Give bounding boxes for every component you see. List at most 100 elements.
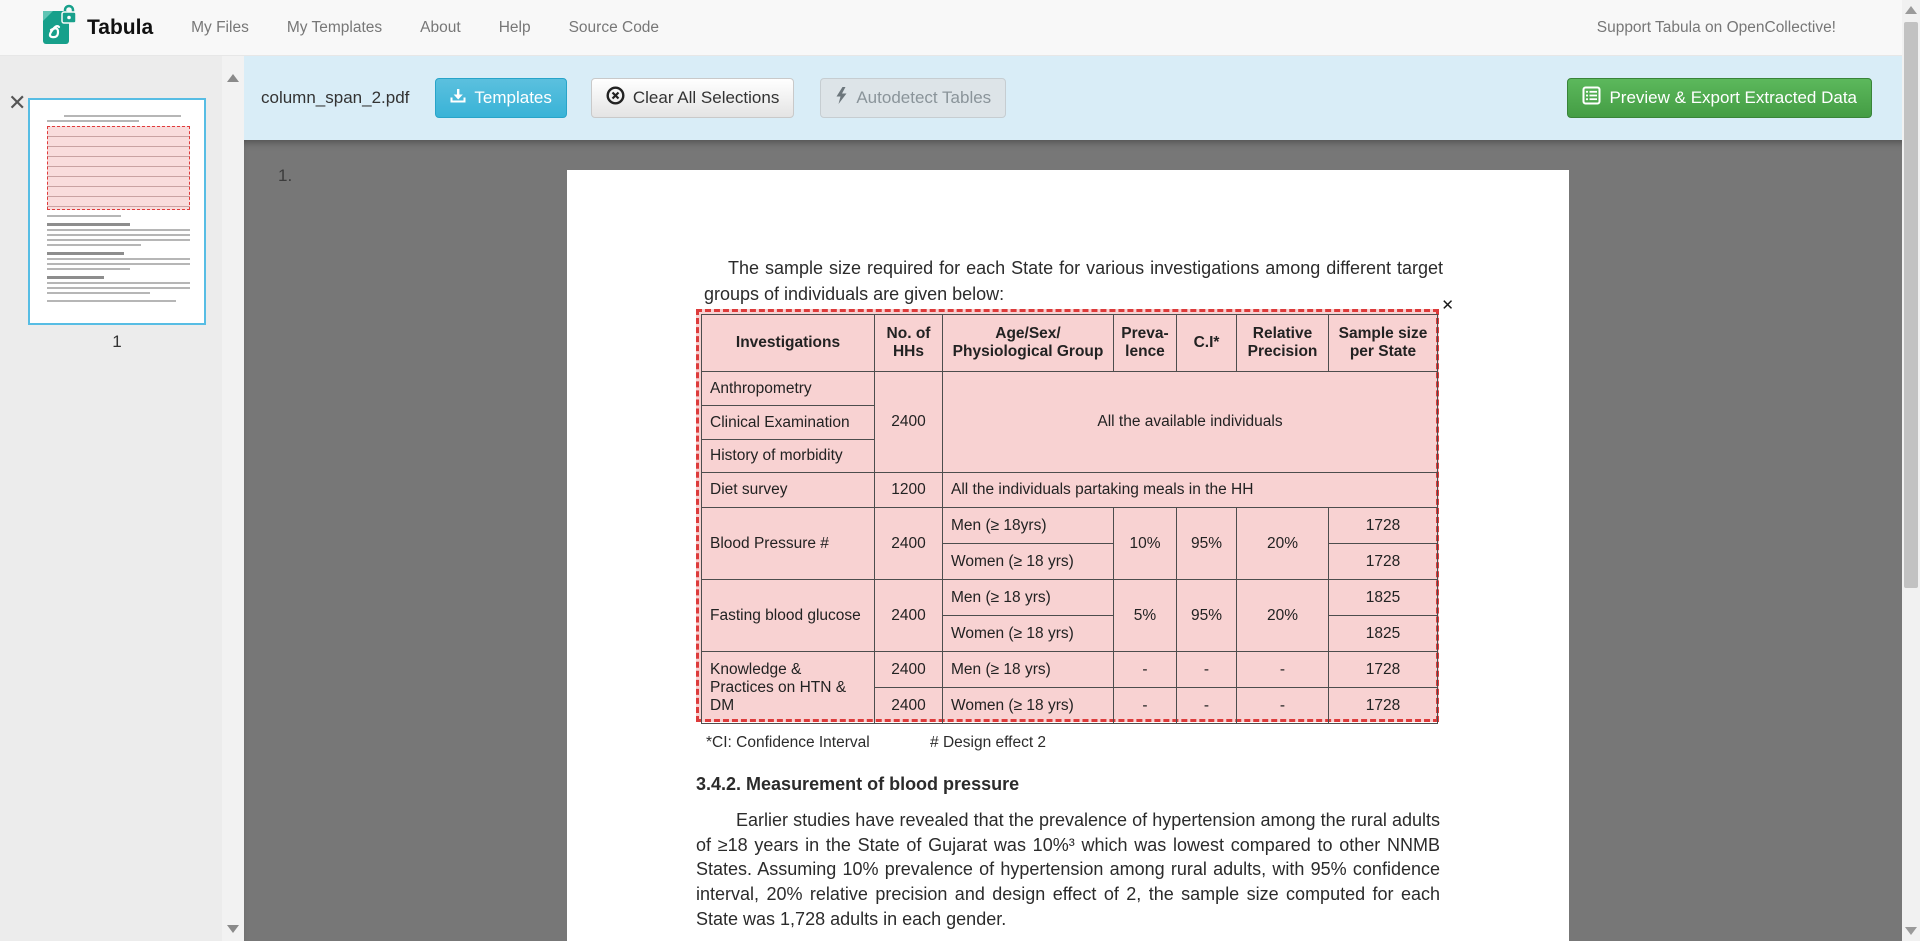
- preview-export-button[interactable]: Preview & Export Extracted Data: [1567, 78, 1872, 118]
- tabula-logo-icon: [43, 4, 77, 51]
- table-cell: -: [1177, 652, 1237, 688]
- footnote-design-effect: # Design effect 2: [930, 734, 1046, 751]
- remove-selection-icon[interactable]: ✕: [1441, 296, 1454, 314]
- table-cell: 1825: [1329, 616, 1438, 652]
- table-cell: 95%: [1177, 580, 1237, 652]
- pdf-page[interactable]: The sample size required for each State …: [567, 170, 1569, 941]
- body-paragraph: Earlier studies have revealed that the p…: [696, 808, 1440, 932]
- templates-button[interactable]: Templates: [435, 78, 566, 118]
- table-cell: Men (≥ 18 yrs): [943, 652, 1114, 688]
- nav-links: My Files My Templates About Help Source …: [191, 19, 659, 37]
- table-row: Anthropometry 2400 All the available ind…: [702, 372, 1438, 406]
- brand-name: Tabula: [87, 16, 153, 40]
- table-cell: All the individuals partaking meals in t…: [943, 473, 1438, 508]
- table-cell: 2400: [875, 372, 943, 473]
- table-selection-region[interactable]: ✕ Investigations No. of HHs Age/Sex/ Phy…: [696, 309, 1439, 722]
- table-cell: 1728: [1329, 544, 1438, 580]
- table-cell: -: [1237, 652, 1329, 688]
- content-area: ✕ 1 co: [0, 56, 1920, 941]
- scrollbar-thumb[interactable]: [1904, 22, 1918, 588]
- table-footnotes: *CI: Confidence Interval # Design effect…: [706, 734, 1046, 752]
- thumbnail-text-line: [47, 215, 121, 217]
- page-marker: 1.: [278, 166, 292, 186]
- thumbnail-text-line: [47, 258, 190, 260]
- intro-paragraph: The sample size required for each State …: [704, 256, 1443, 307]
- scroll-up-icon[interactable]: [1905, 6, 1917, 14]
- scroll-up-icon[interactable]: [227, 74, 239, 82]
- header-cell: Sample size per State: [1329, 315, 1438, 372]
- clear-button-label: Clear All Selections: [633, 88, 779, 108]
- table-cell: 20%: [1237, 508, 1329, 580]
- autodetect-tables-button[interactable]: Autodetect Tables: [820, 78, 1006, 118]
- export-button-label: Preview & Export Extracted Data: [1609, 88, 1857, 108]
- thumbnail-text-line: [47, 282, 190, 284]
- page-thumbnail[interactable]: [28, 98, 206, 325]
- header-cell: Relative Precision: [1237, 315, 1329, 372]
- table-row: Blood Pressure # 2400 Men (≥ 18yrs) 10% …: [702, 508, 1438, 544]
- table-cell: 1728: [1329, 652, 1438, 688]
- table-cell: Knowledge & Practices on HTN & DM: [702, 652, 875, 724]
- table-cell: Women (≥ 18 yrs): [943, 616, 1114, 652]
- main-area: column_span_2.pdf Templates: [244, 56, 1920, 941]
- thumbnail-heading-line: [47, 252, 124, 255]
- table-cell: 2400: [875, 580, 943, 652]
- scroll-down-icon[interactable]: [1905, 927, 1917, 935]
- brand[interactable]: Tabula: [43, 4, 153, 51]
- table-cell: Clinical Examination: [702, 406, 875, 440]
- nav-item-about[interactable]: About: [420, 19, 461, 37]
- remove-circle-icon: [606, 86, 625, 110]
- autodetect-button-label: Autodetect Tables: [856, 88, 991, 108]
- document-filename: column_span_2.pdf: [261, 88, 409, 108]
- table-cell: All the available individuals: [943, 372, 1438, 473]
- header-cell: No. of HHs: [875, 315, 943, 372]
- table-cell: Blood Pressure #: [702, 508, 875, 580]
- pdf-workspace[interactable]: 1. The sample size required for each Sta…: [244, 140, 1920, 941]
- page-thumbnail-sidebar: ✕ 1: [0, 56, 244, 941]
- table-cell: 10%: [1114, 508, 1177, 580]
- toolbar: column_span_2.pdf Templates: [244, 56, 1920, 140]
- table-cell: Men (≥ 18yrs): [943, 508, 1114, 544]
- support-link[interactable]: Support Tabula on OpenCollective!: [1597, 19, 1836, 37]
- export-table-icon: [1582, 86, 1601, 110]
- table-cell: Women (≥ 18 yrs): [943, 544, 1114, 580]
- footnote-ci: *CI: Confidence Interval: [706, 734, 870, 751]
- nav-item-my-files[interactable]: My Files: [191, 19, 249, 37]
- thumbnail-text-line: [47, 244, 141, 246]
- table-row: Fasting blood glucose 2400 Men (≥ 18 yrs…: [702, 580, 1438, 616]
- navbar: Tabula My Files My Templates About Help …: [0, 0, 1920, 56]
- table-cell: 5%: [1114, 580, 1177, 652]
- thumbnail-text-line: [47, 120, 139, 122]
- thumbnail-heading-line: [47, 223, 130, 226]
- thumbnail-heading-line: [47, 276, 104, 279]
- table-cell: 1728: [1329, 508, 1438, 544]
- table-cell: 20%: [1237, 580, 1329, 652]
- clear-all-selections-button[interactable]: Clear All Selections: [591, 78, 794, 118]
- header-cell: Investigations: [702, 315, 875, 372]
- header-cell: C.I*: [1177, 315, 1237, 372]
- nav-item-help[interactable]: Help: [499, 19, 531, 37]
- table-header-row: Investigations No. of HHs Age/Sex/ Physi…: [702, 315, 1438, 372]
- table-cell: -: [1237, 688, 1329, 724]
- pdf-table: Investigations No. of HHs Age/Sex/ Physi…: [701, 314, 1438, 724]
- table-cell: Fasting blood glucose: [702, 580, 875, 652]
- section-heading: 3.4.2. Measurement of blood pressure: [696, 774, 1019, 795]
- thumbnail-selection-box: [47, 126, 190, 210]
- header-cell: Age/Sex/ Physiological Group: [943, 315, 1114, 372]
- table-row: Diet survey 1200 All the individuals par…: [702, 473, 1438, 508]
- nav-item-my-templates[interactable]: My Templates: [287, 19, 382, 37]
- thumbnail-text-line: [47, 287, 190, 289]
- table-cell: Women (≥ 18 yrs): [943, 688, 1114, 724]
- window-scrollbar[interactable]: [1902, 0, 1920, 941]
- table-cell: -: [1114, 688, 1177, 724]
- table-cell: 1200: [875, 473, 943, 508]
- table-cell: -: [1177, 688, 1237, 724]
- table-cell: -: [1114, 652, 1177, 688]
- table-cell: History of morbidity: [702, 440, 875, 473]
- scroll-down-icon[interactable]: [227, 925, 239, 933]
- close-page-icon[interactable]: ✕: [8, 92, 26, 114]
- table-cell: 2400: [875, 688, 943, 724]
- table-cell: Anthropometry: [702, 372, 875, 406]
- sidebar-scrollbar[interactable]: [222, 56, 244, 941]
- nav-item-source-code[interactable]: Source Code: [569, 19, 659, 37]
- thumbnail-text-line: [47, 234, 190, 236]
